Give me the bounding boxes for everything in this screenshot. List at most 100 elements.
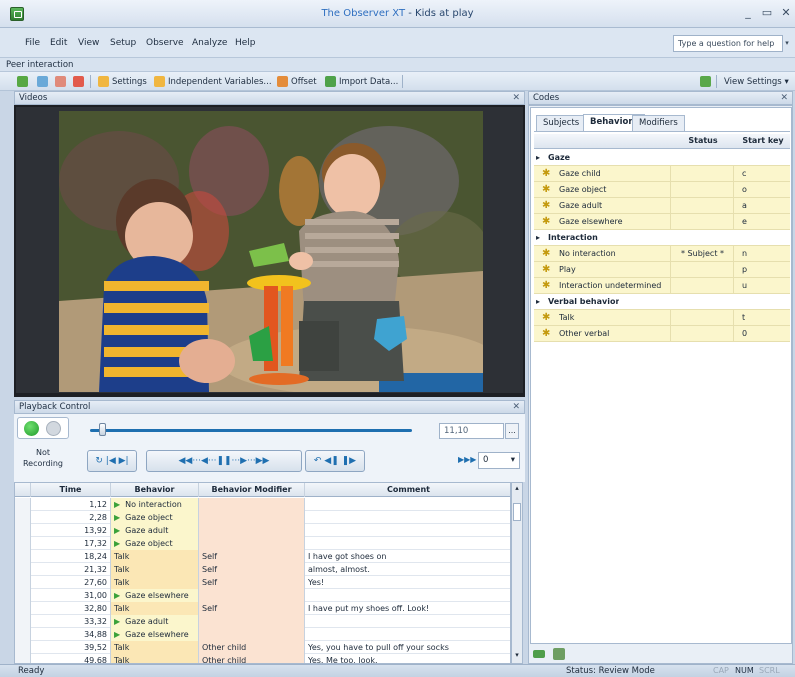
time-cell[interactable]: 32,80 — [31, 602, 111, 615]
table-row[interactable]: 21,32 Talk Self almost, almost. — [15, 563, 510, 576]
modifier-cell[interactable]: Other child — [199, 654, 305, 663]
modifier-cell[interactable] — [199, 589, 305, 602]
behavior-item[interactable]: ✱ Talk t — [534, 310, 790, 326]
delete-icon[interactable] — [73, 76, 84, 87]
row-marker[interactable] — [15, 576, 31, 589]
table-row[interactable]: 2,28 ▶ Gaze object — [15, 511, 510, 524]
modifier-cell[interactable]: Self — [199, 563, 305, 576]
time-cell[interactable]: 18,24 — [31, 550, 111, 563]
modifier-cell[interactable]: Self — [199, 576, 305, 589]
behavior-cell[interactable]: Talk — [111, 641, 199, 654]
table-row[interactable]: 18,24 Talk Self I have got shoes on — [15, 550, 510, 563]
expand-group-icon[interactable]: ▸ — [536, 294, 546, 310]
stopwatch-icon[interactable] — [46, 421, 61, 436]
import-data-button[interactable]: Import Data... — [339, 77, 398, 87]
playback-slider-track[interactable] — [90, 429, 412, 432]
tab-modifiers[interactable]: Modifiers — [632, 115, 685, 131]
behavior-item[interactable]: ✱ Gaze adult a — [534, 198, 790, 214]
record-toggle[interactable] — [17, 417, 69, 439]
fast-forward-icon[interactable]: ▶▶▶ — [458, 455, 476, 464]
current-time-field[interactable]: 11,10 — [439, 423, 504, 439]
table-row[interactable]: 17,32 ▶ Gaze object — [15, 537, 510, 550]
menu-help[interactable]: Help — [235, 38, 256, 48]
modifier-cell[interactable]: Self — [199, 602, 305, 615]
row-marker[interactable] — [15, 498, 31, 511]
code-options-icon[interactable] — [553, 648, 565, 660]
row-marker[interactable] — [15, 511, 31, 524]
comment-cell[interactable] — [305, 615, 510, 628]
behavior-cell[interactable]: ▶ Gaze adult — [111, 524, 199, 537]
help-dropdown-arrow-icon[interactable]: ▾ — [782, 35, 792, 52]
record-start-icon[interactable] — [24, 421, 39, 436]
behavior-cell[interactable]: ▶ No interaction — [111, 498, 199, 511]
export-icon[interactable] — [700, 76, 711, 87]
table-row[interactable]: 49,68 Talk Other child Yes. Me too, look. — [15, 654, 510, 663]
transport-controls[interactable]: ◀◀···◀···❚❚···▶···▶▶ — [146, 450, 302, 472]
column-status[interactable]: Status — [672, 136, 734, 145]
settings-icon[interactable] — [98, 76, 109, 87]
time-cell[interactable]: 33,32 — [31, 615, 111, 628]
comment-cell[interactable]: Yes. Me too, look. — [305, 654, 510, 663]
edit-icon[interactable] — [55, 76, 66, 87]
comment-cell[interactable]: I have got shoes on — [305, 550, 510, 563]
restore-button[interactable]: ▭ — [760, 6, 774, 20]
behavior-item[interactable]: ✱ No interaction * Subject * n — [534, 246, 790, 262]
table-row[interactable]: 31,00 ▶ Gaze elsewhere — [15, 589, 510, 602]
videos-panel-close-icon[interactable]: ✕ — [512, 93, 520, 103]
row-marker[interactable] — [15, 550, 31, 563]
modifier-cell[interactable]: Self — [199, 550, 305, 563]
table-row[interactable]: 13,92 ▶ Gaze adult — [15, 524, 510, 537]
comment-cell[interactable]: almost, almost. — [305, 563, 510, 576]
behavior-cell[interactable]: Talk — [111, 576, 199, 589]
minimize-button[interactable]: _ — [741, 6, 755, 20]
behavior-item[interactable]: ✱ Gaze child c — [534, 166, 790, 182]
comment-cell[interactable] — [305, 537, 510, 550]
tab-subjects[interactable]: Subjects — [536, 115, 587, 131]
comment-cell[interactable] — [305, 628, 510, 641]
modifier-cell[interactable]: Other child — [199, 641, 305, 654]
frame-step-controls[interactable]: ↻ |◀ ▶| — [87, 450, 137, 472]
import-data-icon[interactable] — [325, 76, 336, 87]
row-marker[interactable] — [15, 524, 31, 537]
table-row[interactable]: 32,80 Talk Self I have put my shoes off. Lo… — [15, 602, 510, 615]
behavior-cell[interactable]: Talk — [111, 602, 199, 615]
table-row[interactable]: 1,12 ▶ No interaction — [15, 498, 510, 511]
playback-slider-thumb[interactable] — [99, 423, 106, 436]
comment-cell[interactable]: Yes! — [305, 576, 510, 589]
table-row[interactable]: 27,60 Talk Self Yes! — [15, 576, 510, 589]
playback-panel-close-icon[interactable]: ✕ — [512, 402, 520, 412]
behavior-cell[interactable]: Talk — [111, 563, 199, 576]
behavior-item[interactable]: ✱ Gaze elsewhere e — [534, 214, 790, 230]
behavior-item[interactable]: ✱ Play p — [534, 262, 790, 278]
behavior-item[interactable]: ✱ Other verbal 0 — [534, 326, 790, 342]
scroll-up-icon[interactable]: ▴ — [513, 484, 521, 494]
table-row[interactable]: 33,32 ▶ Gaze adult — [15, 615, 510, 628]
table-row[interactable]: 34,88 ▶ Gaze elsewhere — [15, 628, 510, 641]
menu-file[interactable]: File — [25, 38, 40, 48]
scroll-thumb[interactable] — [513, 503, 521, 521]
offset-icon[interactable] — [277, 76, 288, 87]
time-cell[interactable]: 31,00 — [31, 589, 111, 602]
time-browse-button[interactable]: ... — [505, 423, 519, 439]
time-cell[interactable]: 49,68 — [31, 654, 111, 663]
scroll-down-icon[interactable]: ▾ — [513, 651, 521, 661]
comment-cell[interactable]: Yes, you have to pull off your socks — [305, 641, 510, 654]
time-cell[interactable]: 34,88 — [31, 628, 111, 641]
time-cell[interactable]: 39,52 — [31, 641, 111, 654]
behavior-group[interactable]: ▸ Gaze — [534, 150, 790, 166]
time-cell[interactable]: 17,32 — [31, 537, 111, 550]
behavior-cell[interactable]: ▶ Gaze adult — [111, 615, 199, 628]
time-cell[interactable]: 1,12 — [31, 498, 111, 511]
row-marker[interactable] — [15, 589, 31, 602]
row-marker[interactable] — [15, 654, 31, 663]
add-observation-icon[interactable] — [17, 76, 28, 87]
settings-button[interactable]: Settings — [112, 77, 147, 87]
time-cell[interactable]: 21,32 — [31, 563, 111, 576]
time-cell[interactable]: 2,28 — [31, 511, 111, 524]
behavior-group[interactable]: ▸ Verbal behavior — [534, 294, 790, 310]
independent-variables-button[interactable]: Independent Variables... — [168, 77, 272, 87]
modifier-cell[interactable] — [199, 498, 305, 511]
column-behavior-modifier[interactable]: Behavior Modifier — [199, 483, 305, 497]
row-marker[interactable] — [15, 641, 31, 654]
expand-group-icon[interactable]: ▸ — [536, 230, 546, 246]
